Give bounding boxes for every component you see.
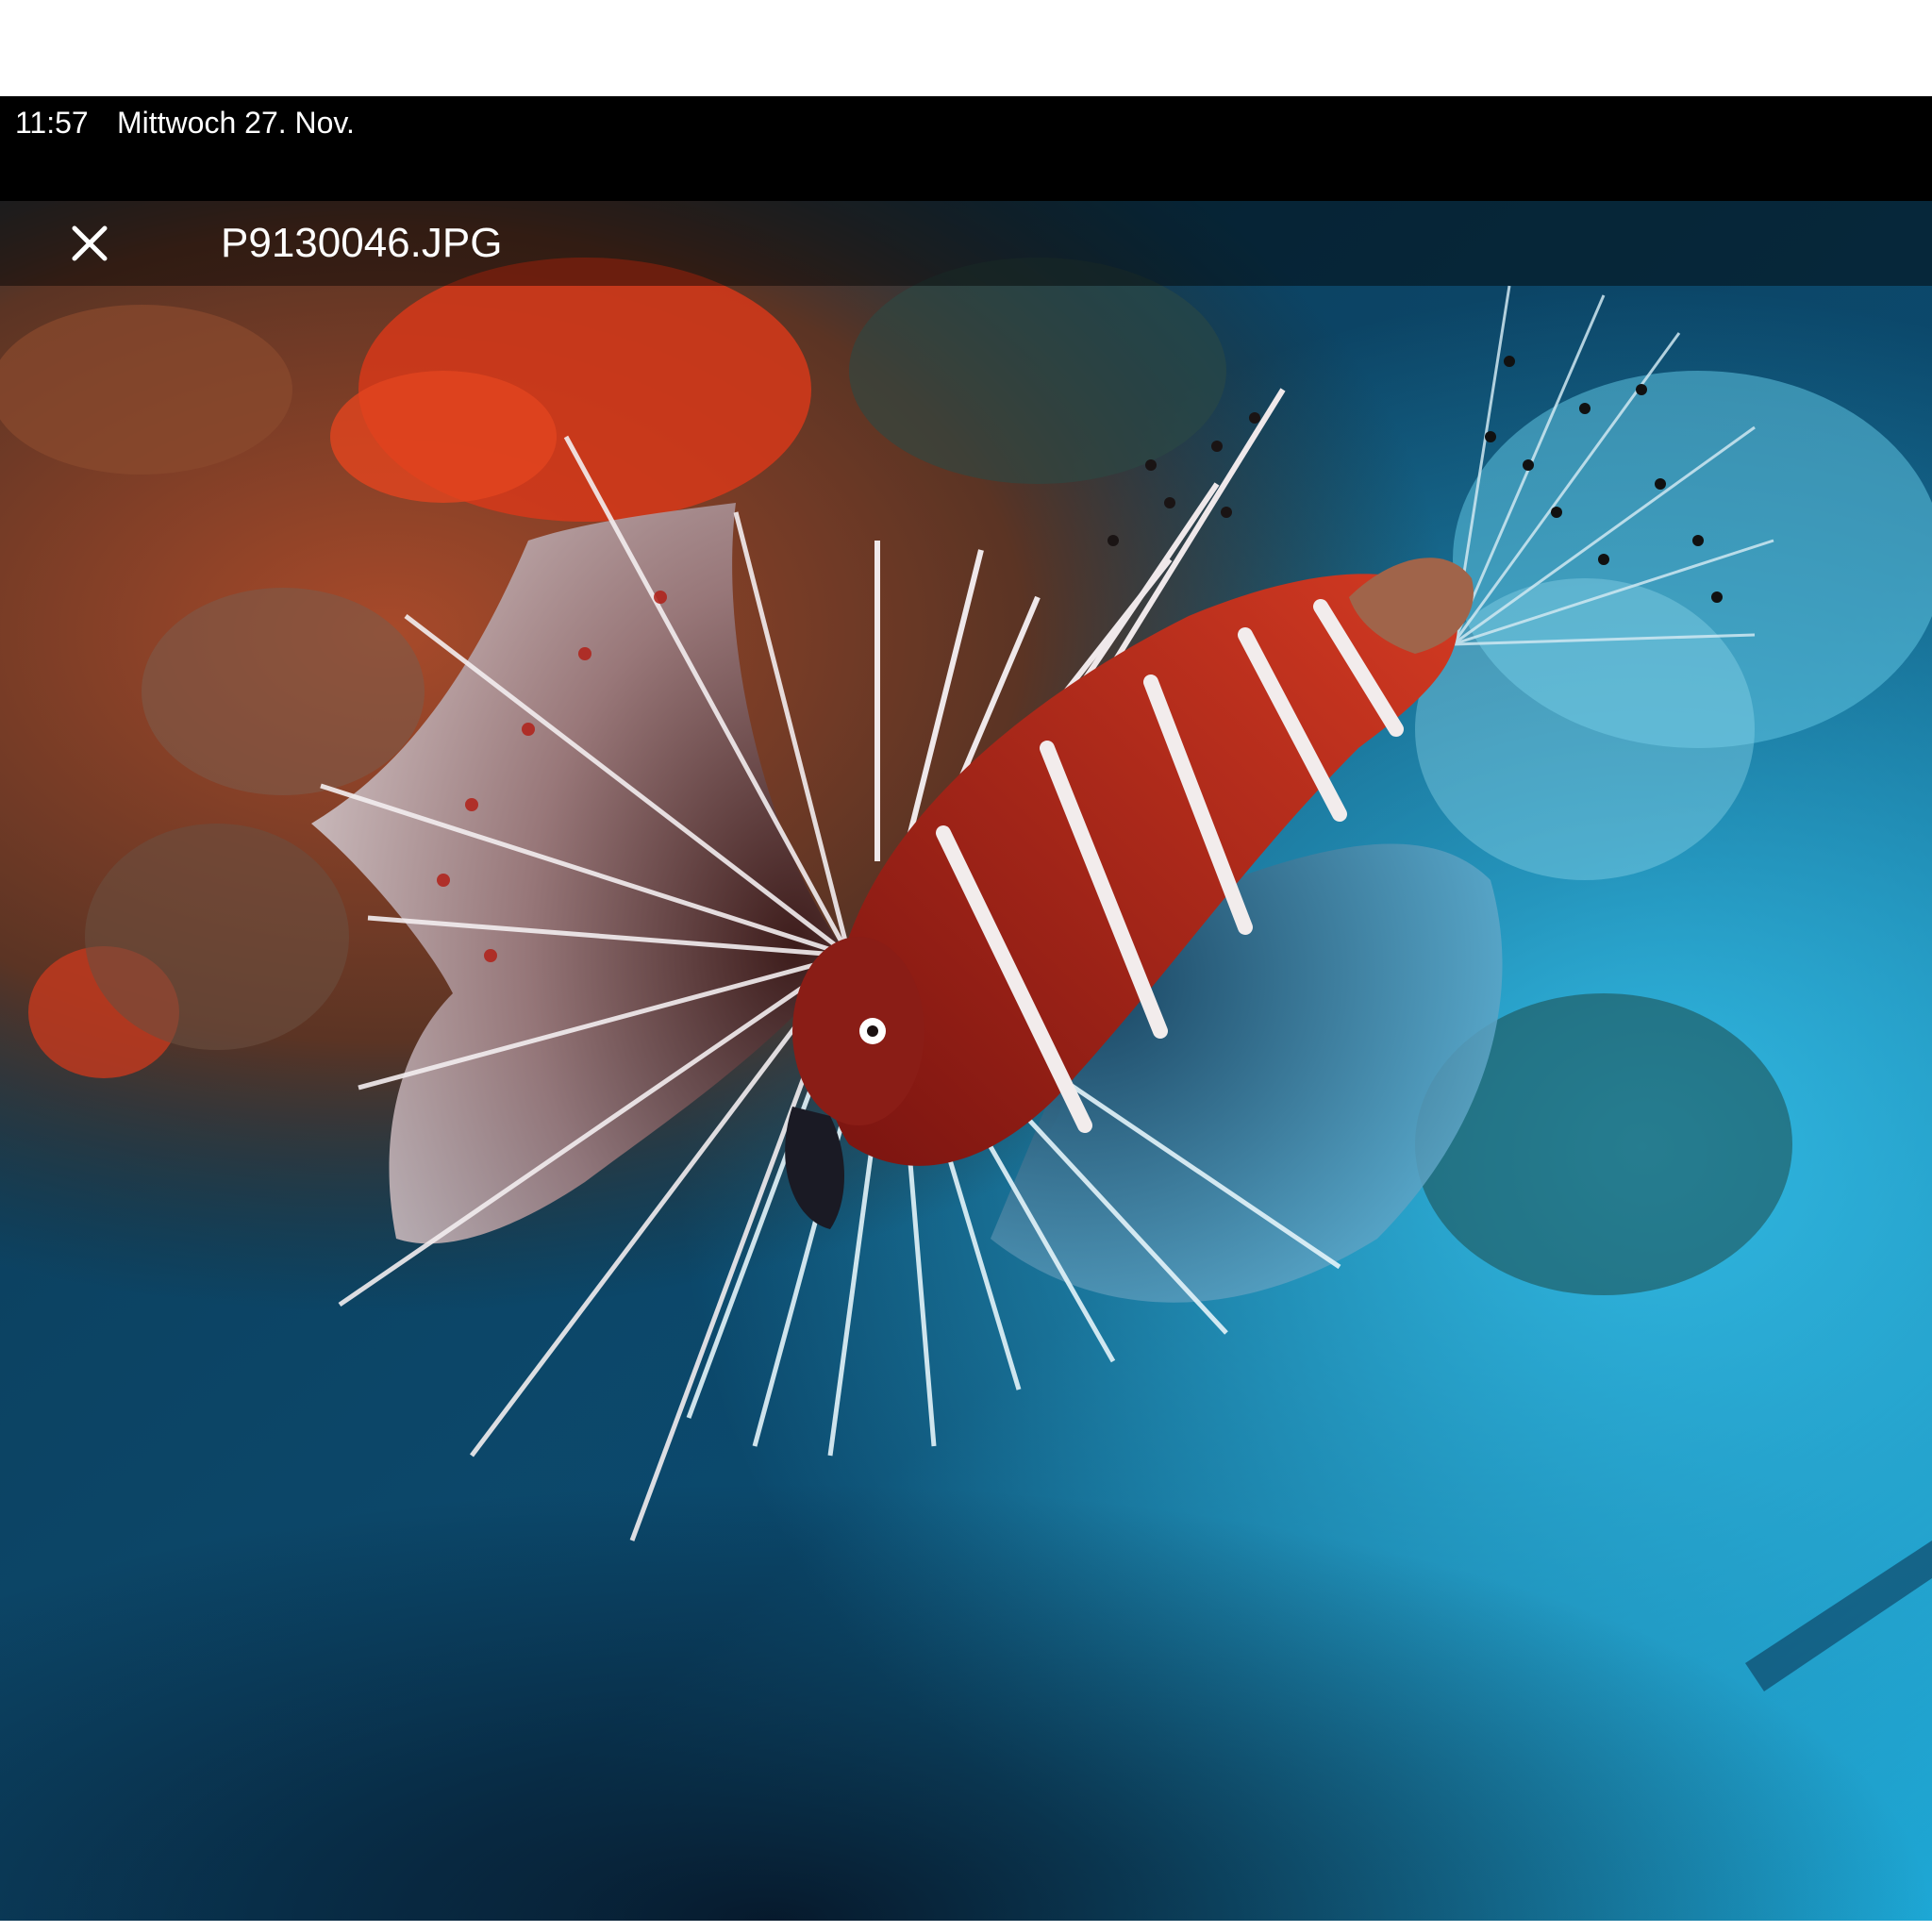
close-button[interactable]	[58, 212, 121, 275]
file-name: P9130046.JPG	[221, 220, 503, 266]
photo-viewer[interactable]	[0, 201, 1932, 1921]
photo-image	[0, 201, 1932, 1921]
top-margin	[0, 0, 1932, 96]
status-bar: 11:57 Mittwoch 27. Nov.	[0, 96, 1932, 201]
bottom-margin	[0, 1921, 1932, 1932]
status-time: 11:57	[15, 106, 89, 140]
status-date: Mittwoch 27. Nov.	[117, 106, 355, 140]
close-icon	[72, 225, 108, 261]
viewer-toolbar: P9130046.JPG	[0, 201, 1932, 286]
